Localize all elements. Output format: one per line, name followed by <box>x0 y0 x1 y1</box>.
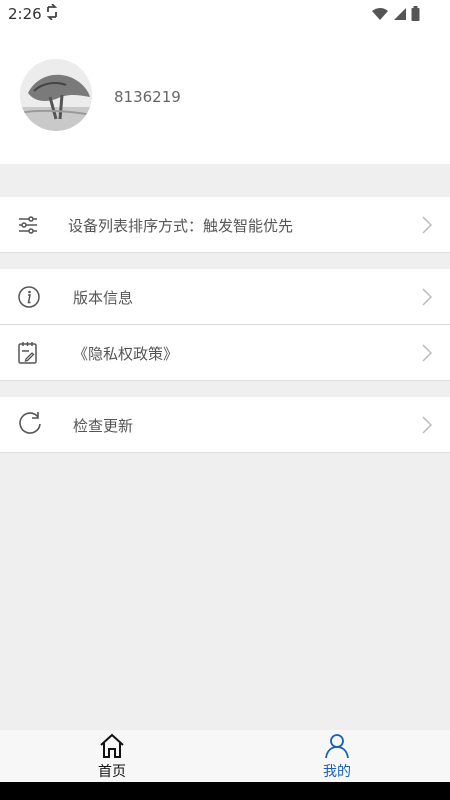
status-icons <box>371 6 420 21</box>
version-info-row[interactable]: 版本信息 <box>0 269 450 325</box>
document-edit-icon <box>17 341 39 369</box>
tab-home-label: 首页 <box>98 764 126 780</box>
profile-header: 8136219 <box>0 28 450 164</box>
chevron-right-icon <box>422 288 433 310</box>
status-bar: 2:26 <box>0 0 450 28</box>
system-nav-bar <box>0 782 450 800</box>
signal-icon <box>394 7 406 20</box>
wifi-icon <box>372 7 388 20</box>
user-id: 8136219 <box>114 88 181 106</box>
bottom-tab-bar: 首页 我的 <box>0 730 450 782</box>
check-update-row[interactable]: 检查更新 <box>0 397 450 453</box>
chevron-right-icon <box>422 344 433 366</box>
user-icon <box>324 733 350 763</box>
chevron-right-icon <box>422 416 433 438</box>
privacy-policy-row[interactable]: 《隐私权政策》 <box>0 325 450 381</box>
tab-home[interactable]: 首页 <box>52 730 172 782</box>
sort-order-row[interactable]: 设备列表排序方式：触发智能优先 <box>0 197 450 253</box>
battery-icon <box>411 6 420 21</box>
status-time: 2:26 <box>8 5 42 23</box>
tab-mine[interactable]: 我的 <box>277 730 397 782</box>
sliders-icon <box>17 215 39 239</box>
sync-icon <box>45 3 59 24</box>
refresh-icon <box>17 411 43 441</box>
avatar[interactable] <box>20 59 92 131</box>
check-update-label: 检查更新 <box>73 417 134 435</box>
tab-mine-label: 我的 <box>323 764 351 780</box>
sort-order-label: 设备列表排序方式：触发智能优先 <box>68 217 294 235</box>
info-icon <box>17 285 41 313</box>
chevron-right-icon <box>422 216 433 238</box>
home-icon <box>99 733 125 763</box>
privacy-policy-label: 《隐私权政策》 <box>73 345 179 363</box>
version-info-label: 版本信息 <box>73 289 134 307</box>
